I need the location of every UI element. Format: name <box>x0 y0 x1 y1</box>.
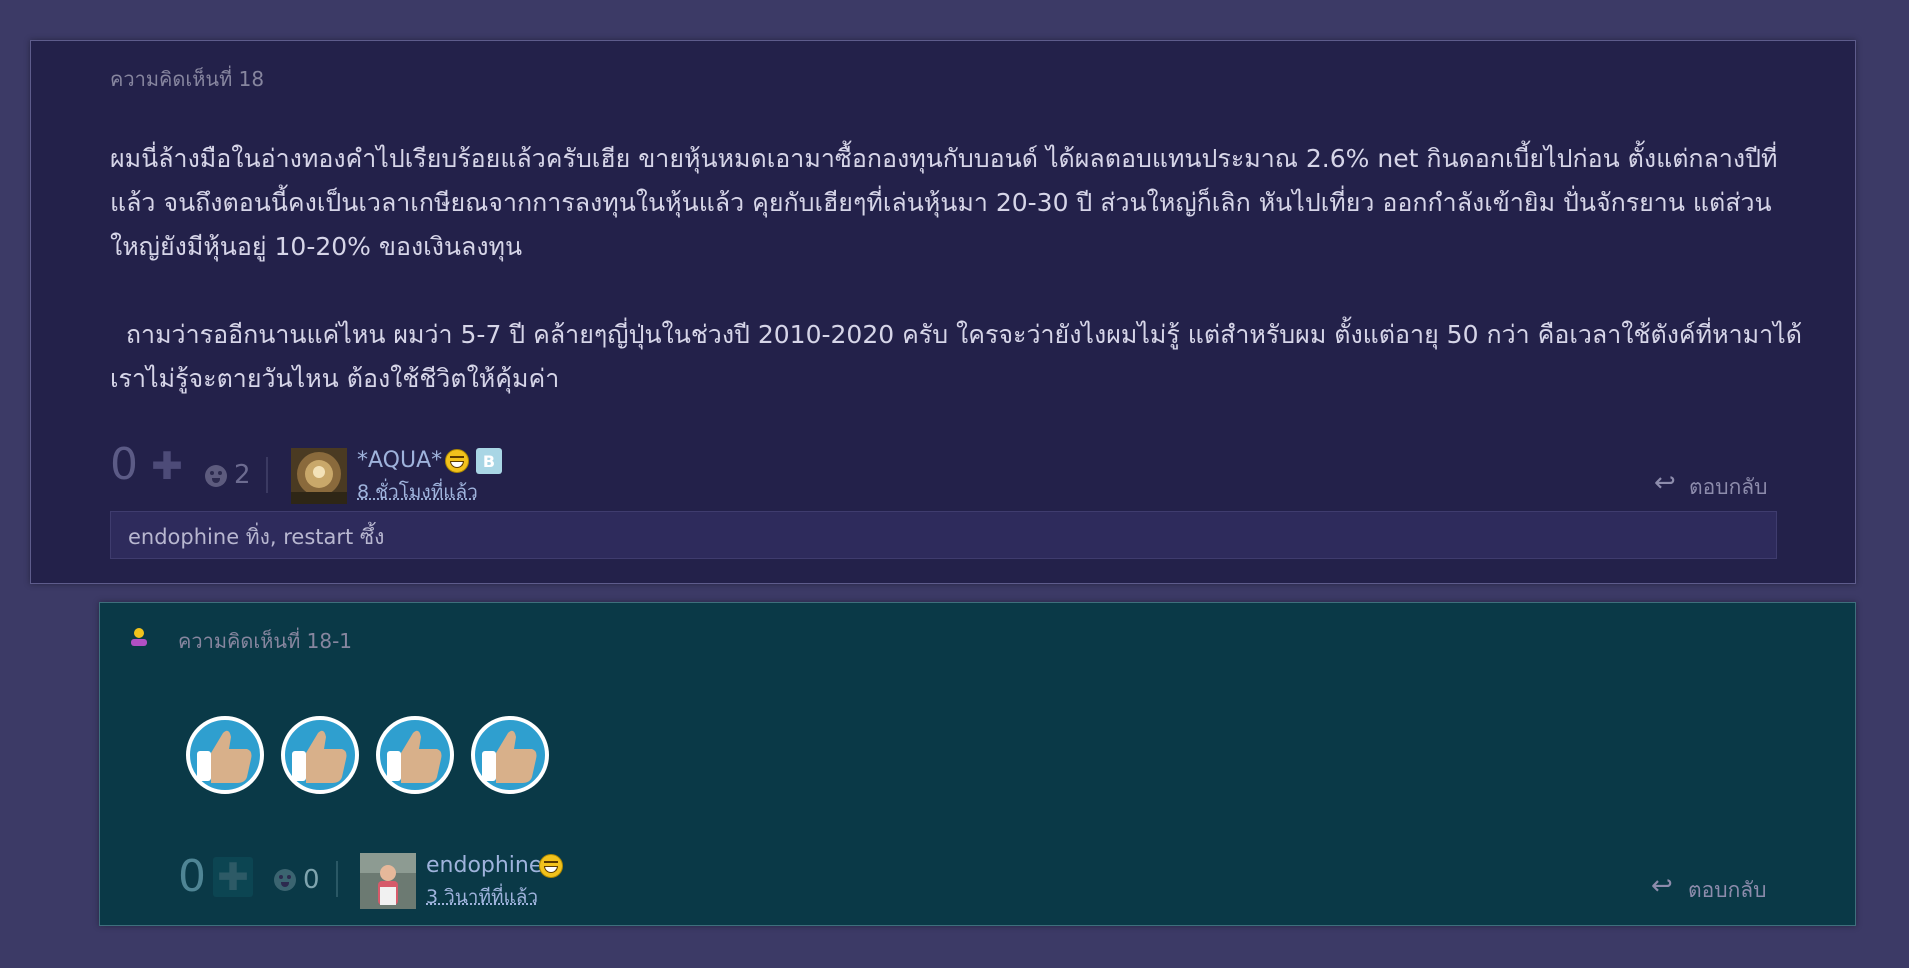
avatar-image <box>291 448 347 504</box>
username[interactable]: endophine <box>426 853 542 878</box>
reaction-count: 0 <box>303 865 320 895</box>
comment-18: ความคิดเห็นที่ 18 ผมนี่ล้างมือในอ่างทองค… <box>30 40 1856 584</box>
divider <box>336 861 338 897</box>
thumbs-up-sticker <box>186 716 264 794</box>
emotion-icon[interactable] <box>274 869 296 891</box>
comment-body: ผมนี่ล้างมือในอ่างทองคำไปเรียบร้อยแล้วคร… <box>110 137 1810 401</box>
grin-emoticon <box>539 854 563 878</box>
plus-icon[interactable]: ✚ <box>213 855 253 899</box>
emotion-icon[interactable] <box>205 465 227 487</box>
timestamp-link[interactable]: 3 วินาทีที่แล้ว <box>426 882 538 912</box>
divider <box>266 457 268 493</box>
thumbs-up-sticker <box>376 716 454 794</box>
timestamp-link[interactable]: 8 ชั่วโมงที่แล้ว <box>357 477 478 507</box>
user-role-icon <box>131 628 147 646</box>
avatar[interactable] <box>360 853 416 909</box>
plus-icon[interactable]: ✚ <box>147 444 187 488</box>
vote-score: 0 <box>178 851 206 902</box>
thumbs-up-sticker <box>471 716 549 794</box>
comment-paragraph-1: ผมนี่ล้างมือในอ่างทองคำไปเรียบร้อยแล้วคร… <box>110 144 1778 261</box>
avatar-image <box>360 853 416 909</box>
comment-number-label: ความคิดเห็นที่ 18-1 <box>178 629 353 653</box>
comment-18-1: ความคิดเห็นที่ 18-1 0 ✚ 0 endophine 3 วิ <box>99 602 1856 926</box>
reply-button[interactable]: ตอบกลับ <box>1689 471 1768 504</box>
reply-arrow-icon[interactable]: ↩ <box>1651 871 1673 901</box>
reply-preview[interactable]: endophine ทิ่ง, restart ซึ้ง <box>110 511 1777 559</box>
avatar[interactable] <box>291 448 347 504</box>
username[interactable]: *AQUA* <box>357 448 442 473</box>
reply-arrow-icon[interactable]: ↩ <box>1654 468 1676 498</box>
grin-emoticon <box>445 449 469 473</box>
reply-button[interactable]: ตอบกลับ <box>1688 874 1767 907</box>
vote-score: 0 <box>110 439 138 490</box>
comment-number-label: ความคิดเห็นที่ 18 <box>110 67 265 91</box>
thumbs-up-sticker <box>281 716 359 794</box>
comment-paragraph-2: ถามว่ารออีกนานแค่ไหน ผมว่า 5-7 ปี คล้ายๆ… <box>110 320 1810 393</box>
reaction-count: 2 <box>234 460 251 490</box>
member-badge: B <box>476 448 502 474</box>
